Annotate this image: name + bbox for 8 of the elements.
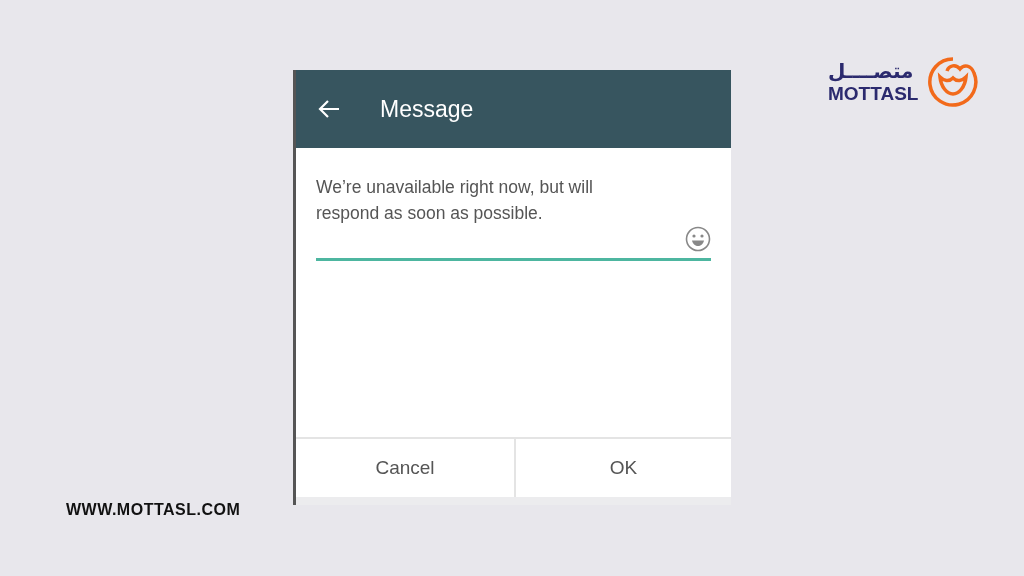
back-arrow-icon[interactable] — [318, 99, 340, 119]
message-field[interactable]: We’re unavailable right now, but will respond as soon as possible. — [316, 174, 711, 261]
logo-icon — [926, 55, 981, 109]
smiley-icon[interactable] — [685, 226, 711, 252]
brand-name: MOTTASL — [828, 83, 919, 105]
website-url: WWW.MOTTASL.COM — [66, 500, 241, 520]
dialog-title: Message — [380, 94, 474, 124]
brand-arabic-name: متصــــل — [828, 59, 914, 83]
